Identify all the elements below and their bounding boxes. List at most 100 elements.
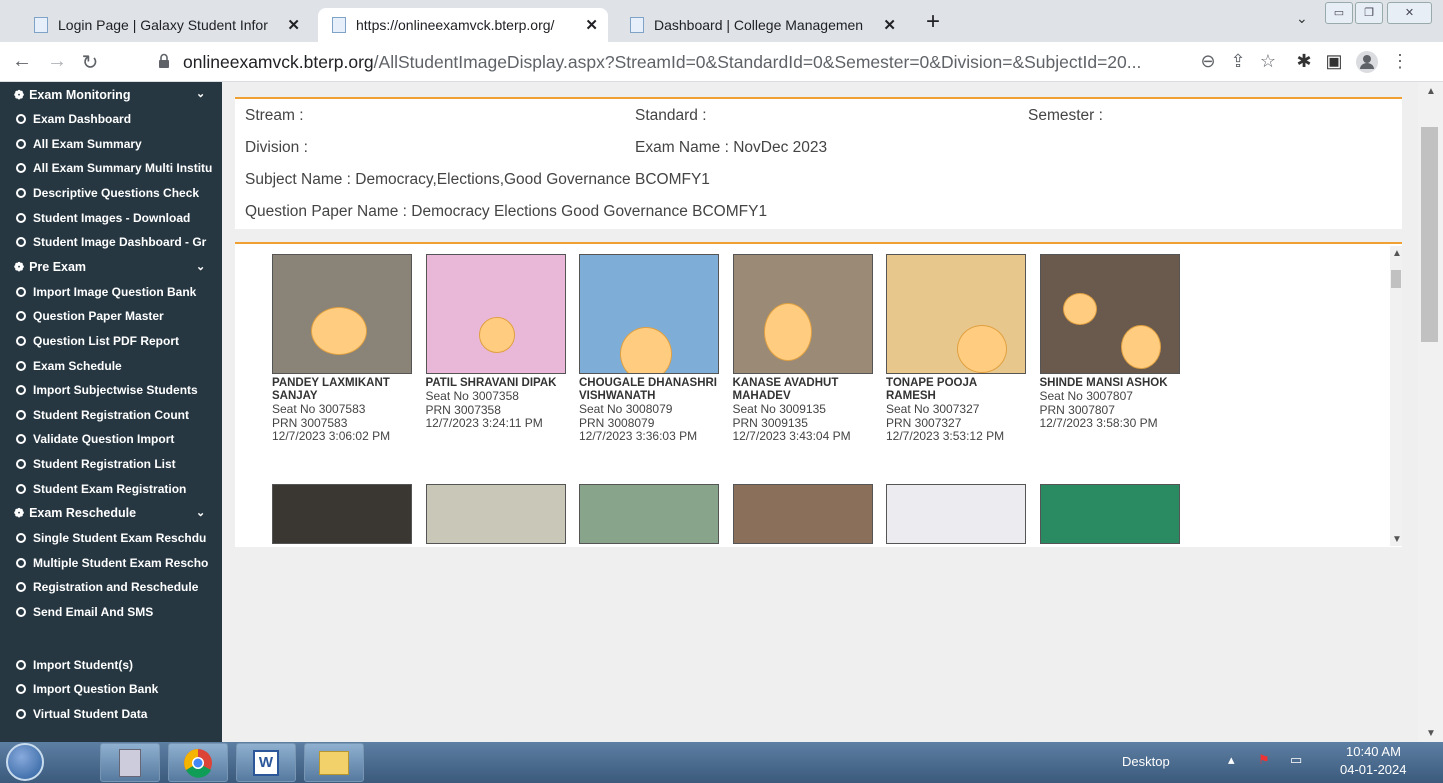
student-card[interactable]: CHOUGALE DHANASHRI VISHWANATH Seat No 300… (579, 254, 719, 444)
section-label: Exam Reschedule (29, 506, 137, 521)
student-card[interactable]: TONAPE POOJA RAMESH Seat No 3007327 PRN 30… (886, 254, 1026, 444)
student-photo[interactable] (732, 254, 873, 374)
student-photo[interactable] (272, 484, 412, 544)
sidebar-item-label: Exam Dashboard (33, 112, 132, 127)
seat-number: Seat No 3007358 (425, 389, 519, 403)
sidebar-item[interactable]: Student Images - Download (0, 205, 222, 230)
forward-icon[interactable]: → (45, 50, 69, 73)
sidebar-item[interactable]: All Exam Summary Multi Institu (0, 156, 222, 181)
scrollbar-thumb[interactable] (1421, 127, 1438, 342)
scrollbar-thumb[interactable] (1391, 270, 1401, 288)
folder-icon[interactable] (304, 743, 364, 782)
sidebar-section-header[interactable]: ❁ Pre Exam ⌄ (0, 255, 222, 280)
sidebar-item[interactable]: Single Student Exam Reschdu (0, 526, 222, 551)
restore-button[interactable]: ❐ (1355, 2, 1383, 24)
chrome-icon[interactable] (168, 743, 228, 782)
back-icon[interactable]: ← (10, 50, 34, 73)
tab-login-page[interactable]: Login Page | Galaxy Student Infor ✕ (20, 8, 310, 42)
menu-icon[interactable]: ⋮ (1388, 51, 1412, 72)
tab-dashboard[interactable]: Dashboard | College Managemen ✕ (616, 8, 906, 42)
sidebar-item-label: Question List PDF Report (33, 334, 180, 349)
clock-date[interactable]: 04-01-2024 (1340, 762, 1407, 777)
close-window-button[interactable]: ✕ (1387, 2, 1432, 24)
sidebar-item[interactable]: Validate Question Import (0, 427, 222, 452)
sidebar-item[interactable]: Question List PDF Report (0, 329, 222, 354)
sidebar-item[interactable]: Student Registration List (0, 452, 222, 477)
student-card[interactable]: KANASE AVADHUT MAHADEV Seat No 3009135 PRN… (732, 254, 873, 444)
student-name: TONAPE POOJA RAMESH (886, 377, 977, 402)
circle-icon (16, 533, 26, 544)
exam-info-panel: Stream : Standard : Semester : Division … (235, 97, 1402, 229)
calculator-icon[interactable] (100, 743, 160, 782)
speaker-icon[interactable]: ▭ (1290, 752, 1302, 768)
sidebar-item[interactable]: Import Question Bank (0, 677, 222, 702)
new-tab-button[interactable]: + (918, 8, 948, 38)
close-icon[interactable]: ✕ (287, 16, 300, 34)
share-icon[interactable]: ⇪ (1226, 51, 1250, 72)
circle-icon (16, 237, 26, 248)
extensions-icon[interactable]: ✱ (1292, 51, 1316, 72)
sidebar-item[interactable]: Send Email And SMS (0, 600, 222, 625)
sidebar-item[interactable]: Registration and Reschedule (0, 575, 222, 600)
tab-title: Login Page | Galaxy Student Infor (58, 17, 268, 33)
url-host: onlineexamvck.bterp.org (183, 52, 374, 72)
desktop-toolbar[interactable]: Desktop (1122, 754, 1170, 769)
student-photo[interactable] (1039, 484, 1180, 544)
bookmark-star-icon[interactable]: ☆ (1256, 51, 1280, 72)
student-photo[interactable] (732, 484, 873, 544)
sidebar-item[interactable]: Student Registration Count (0, 403, 222, 428)
circle-icon (16, 684, 26, 695)
chevron-down-icon[interactable]: ⌄ (1296, 10, 1308, 27)
sidebar-item[interactable]: Student Image Dashboard - Gr (0, 230, 222, 255)
student-card[interactable]: PATIL SHRAVANI DIPAK Seat No 3007358 PRN 3… (425, 254, 566, 431)
submission-time: 12/7/2023 3:36:03 PM (579, 429, 698, 443)
sidebar-section-header[interactable]: ❁ Exam Reschedule ⌄ (0, 501, 222, 526)
sidebar-item[interactable]: All Exam Summary (0, 132, 222, 157)
student-photo[interactable] (1039, 254, 1180, 374)
student-photo[interactable] (272, 254, 412, 374)
seat-number: Seat No 3007327 (886, 402, 980, 416)
prn-number: PRN 3007358 (425, 402, 501, 417)
sidebar-item[interactable]: Question Paper Master (0, 304, 222, 329)
side-panel-icon[interactable]: ▣ (1322, 51, 1346, 72)
student-photo[interactable] (579, 484, 719, 544)
zoom-icon[interactable]: ⊖ (1196, 51, 1220, 72)
profile-icon[interactable] (1355, 51, 1379, 78)
reload-icon[interactable]: ↻ (78, 50, 102, 75)
lock-icon[interactable] (158, 53, 170, 69)
student-photo[interactable] (425, 484, 566, 544)
student-card[interactable]: PANDEY LAXMIKANT SANJAY Seat No 3007583 PR… (272, 254, 412, 444)
tab-title: https://onlineexamvck.bterp.org/ (356, 17, 555, 33)
sidebar-item[interactable]: Descriptive Questions Check (0, 181, 222, 206)
sidebar-section-header[interactable]: ❁ Exam Monitoring ⌄ (0, 82, 222, 107)
seat-number: Seat No 3008079 (579, 402, 673, 416)
word-icon[interactable]: W (236, 743, 296, 782)
sidebar-item[interactable]: Student Exam Registration (0, 476, 222, 501)
address-bar[interactable]: onlineexamvck.bterp.org/AllStudentImageD… (183, 52, 1193, 73)
gallery-scrollbar[interactable]: ▲ ▼ (1390, 246, 1402, 546)
network-icon[interactable]: ⚑ (1258, 752, 1270, 768)
sidebar-item[interactable]: Import Subjectwise Students (0, 378, 222, 403)
tab-active-page[interactable]: https://onlineexamvck.bterp.org/ ✕ (318, 8, 608, 42)
student-photo[interactable] (579, 254, 719, 374)
minimize-button[interactable]: ▭ (1325, 2, 1353, 24)
close-icon[interactable]: ✕ (585, 16, 598, 34)
sidebar-item[interactable]: Exam Dashboard (0, 107, 222, 132)
student-card[interactable]: SHINDE MANSI ASHOK Seat No 3007807 PRN 300… (1039, 254, 1180, 431)
clock-time[interactable]: 10:40 AM (1346, 744, 1401, 759)
browser-toolbar: ← → ↻ onlineexamvck.bterp.org/AllStudent… (0, 42, 1443, 82)
sidebar-item[interactable]: Virtual Student Data (0, 701, 222, 726)
tray-expand-icon[interactable]: ▴ (1228, 752, 1235, 768)
sidebar-item[interactable]: Import Image Question Bank (0, 280, 222, 305)
sidebar-item[interactable]: Multiple Student Exam Rescho (0, 551, 222, 576)
page-scrollbar[interactable]: ▲ ▼ (1418, 82, 1443, 742)
close-icon[interactable]: ✕ (883, 16, 896, 34)
circle-icon (16, 606, 26, 617)
student-photo[interactable] (425, 254, 566, 374)
sidebar-item[interactable]: Import Student(s) (0, 652, 222, 677)
student-photo[interactable] (886, 484, 1026, 544)
start-button[interactable] (6, 743, 44, 781)
page-icon (332, 17, 346, 33)
sidebar-item[interactable]: Exam Schedule (0, 353, 222, 378)
student-photo[interactable] (886, 254, 1026, 374)
